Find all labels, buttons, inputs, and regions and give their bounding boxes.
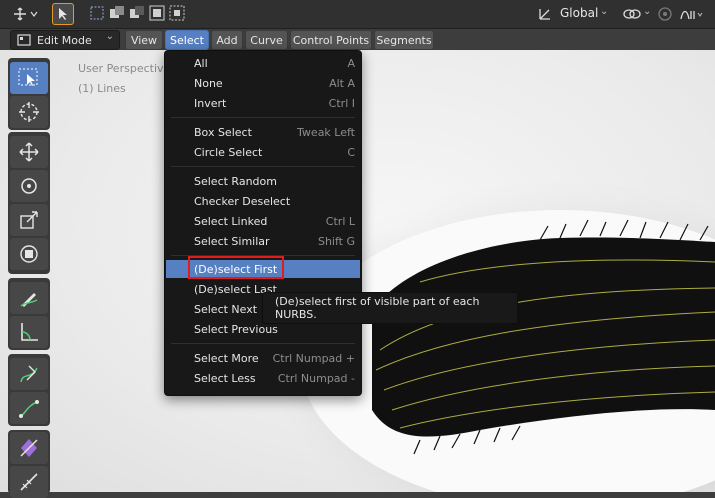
menu-add[interactable]: Add xyxy=(211,30,243,50)
menu-view[interactable]: View xyxy=(125,30,163,50)
menu-item-label: Select Similar xyxy=(194,234,270,248)
tool-measure[interactable] xyxy=(10,316,48,348)
chevron-down-icon[interactable]: ⌄ xyxy=(600,6,608,17)
menu-item-select-less[interactable]: Select Less Ctrl Numpad - xyxy=(194,369,355,387)
menu-item-shortcut: Tweak Left xyxy=(297,125,355,139)
menu-item-checker-deselect[interactable]: Checker Deselect xyxy=(194,192,355,210)
tool-transform[interactable] xyxy=(10,238,48,270)
menu-item-circle-select[interactable]: Circle Select C xyxy=(194,143,355,161)
menu-item-invert[interactable]: Invert Ctrl I xyxy=(194,94,355,112)
menu-item-label: All xyxy=(194,56,208,70)
menu-control-points[interactable]: Control Points xyxy=(290,30,372,50)
mode-label: Edit Mode xyxy=(37,33,92,47)
menu-item-select-linked[interactable]: Select Linked Ctrl L xyxy=(194,212,355,230)
box-select-invert-icon[interactable] xyxy=(148,4,166,22)
tool-draw[interactable] xyxy=(10,358,48,390)
menu-separator xyxy=(171,166,355,167)
menu-item-shortcut: Ctrl Numpad + xyxy=(272,351,355,365)
menu-item-label: Invert xyxy=(194,96,227,110)
menu-curve[interactable]: Curve xyxy=(245,30,288,50)
extrude-curve-icon xyxy=(19,400,39,418)
tool-move[interactable] xyxy=(10,136,48,168)
tool-extrude[interactable] xyxy=(10,392,48,424)
tool-radius[interactable] xyxy=(10,432,48,464)
viewport-object-label: (1) Lines xyxy=(78,82,126,95)
transform-icon xyxy=(20,245,38,263)
tooltip-text: (De)select first of visible part of each… xyxy=(275,295,480,321)
menu-segments[interactable]: Segments xyxy=(374,30,434,50)
top-header-bar: Global ⌄ ⌄ xyxy=(0,0,715,29)
menu-item-select-more[interactable]: Select More Ctrl Numpad + xyxy=(194,349,355,367)
tooltip: (De)select first of visible part of each… xyxy=(262,292,518,324)
cursor-move-icon[interactable] xyxy=(8,4,42,24)
menu-item-label: Select Less xyxy=(194,371,256,385)
menu-item-select-random[interactable]: Select Random xyxy=(194,172,355,190)
menu-item-label: Select More xyxy=(194,351,259,365)
box-select-new-icon[interactable] xyxy=(88,4,106,22)
menu-item-label: Box Select xyxy=(194,125,252,139)
menu-item-label: Select Linked xyxy=(194,214,268,228)
menu-item-select-similar[interactable]: Select Similar Shift G xyxy=(194,232,355,250)
radius-icon xyxy=(20,439,38,457)
menu-item-label: Select Previous xyxy=(194,322,278,336)
menu-item-select-none[interactable]: None Alt A xyxy=(194,74,355,92)
edit-mode-icon xyxy=(17,34,31,46)
transform-orientation-label[interactable]: Global xyxy=(560,6,598,20)
menu-item-label: None xyxy=(194,76,223,90)
menu-item-shortcut: Ctrl I xyxy=(328,96,355,110)
snapping-chevron-icon[interactable]: ⌄ xyxy=(643,6,651,17)
cursor-icon xyxy=(19,102,39,122)
tool-tilt[interactable] xyxy=(10,466,48,498)
box-select-subtract-icon[interactable] xyxy=(128,4,146,22)
viewport-perspective-label: User Perspective xyxy=(78,62,171,75)
menu-select[interactable]: Select xyxy=(165,30,209,50)
select-menu-dropdown: All A None Alt A Invert Ctrl I Box Selec… xyxy=(164,50,362,396)
highlight-annotation-box xyxy=(188,256,284,279)
move-icon xyxy=(19,142,39,162)
menu-item-label: Select Random xyxy=(194,174,277,188)
tool-scale[interactable] xyxy=(10,204,48,236)
menu-item-shortcut: A xyxy=(347,56,355,70)
box-select-extend-icon[interactable] xyxy=(108,4,126,22)
tool-rotate[interactable] xyxy=(10,170,48,202)
menu-separator xyxy=(171,117,355,118)
box-select-intersect-icon[interactable] xyxy=(168,4,186,22)
proportional-edit-icon[interactable] xyxy=(656,5,674,23)
menu-item-label: Checker Deselect xyxy=(194,194,291,208)
snapping-icon[interactable] xyxy=(622,5,642,23)
menu-item-shortcut: C xyxy=(347,145,355,159)
mode-select[interactable]: Edit Mode ⌄ xyxy=(10,30,120,50)
chevron-down-icon: ⌄ xyxy=(105,31,114,42)
annotate-pencil-icon xyxy=(20,293,38,307)
menu-item-shortcut: Alt A xyxy=(329,76,355,90)
rotate-icon xyxy=(21,178,37,194)
menu-item-box-select[interactable]: Box Select Tweak Left xyxy=(194,123,355,141)
menu-item-label: Select Next xyxy=(194,302,258,316)
menu-separator xyxy=(171,343,355,344)
scale-icon xyxy=(20,211,38,229)
select-pointer-icon[interactable] xyxy=(52,3,74,25)
tool-select-box[interactable] xyxy=(10,62,48,94)
select-box-icon xyxy=(18,68,38,86)
menu-item-shortcut: Ctrl Numpad - xyxy=(277,371,355,385)
tilt-icon xyxy=(20,473,38,491)
menu-item-shortcut: Shift G xyxy=(317,234,355,248)
menu-item-label: Circle Select xyxy=(194,145,263,159)
measure-icon xyxy=(21,323,38,341)
falloff-icon[interactable] xyxy=(678,5,706,23)
tool-cursor[interactable] xyxy=(10,96,48,128)
menu-item-shortcut: Ctrl L xyxy=(325,214,355,228)
draw-curve-icon xyxy=(20,365,38,383)
tool-annotate[interactable] xyxy=(10,282,48,314)
transform-orientation-icon[interactable] xyxy=(536,5,554,23)
menu-item-select-all[interactable]: All A xyxy=(194,54,355,72)
